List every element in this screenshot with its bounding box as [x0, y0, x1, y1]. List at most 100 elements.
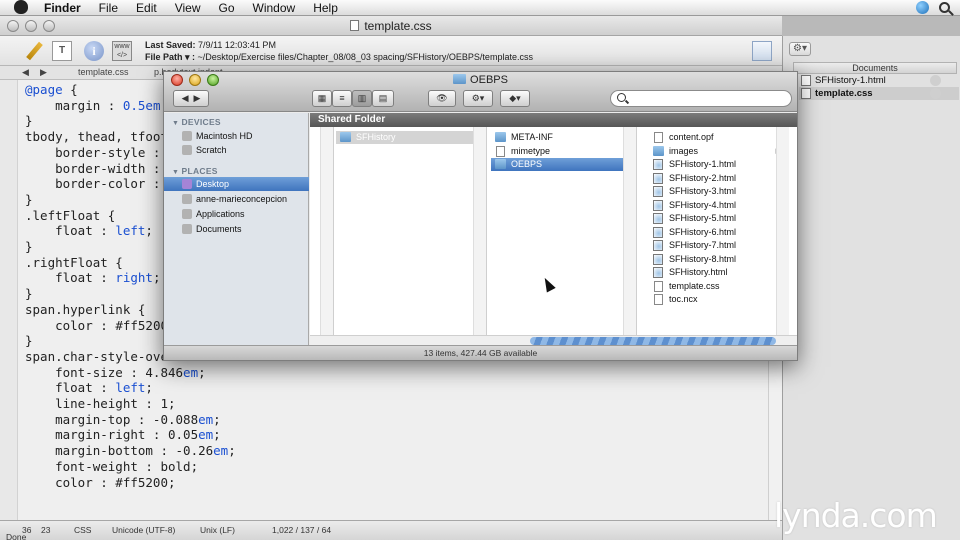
code-token: em — [183, 364, 199, 380]
list-item-file[interactable]: SFHistory-7.html — [649, 239, 785, 252]
list-item-label: SFHistory.html — [669, 267, 728, 277]
css-file-icon — [801, 88, 811, 99]
sidebar-item-desktop[interactable]: Desktop — [164, 177, 309, 191]
finder-status-bar: 13 items, 427.44 GB available — [164, 345, 797, 360]
sidebar-item-home[interactable]: anne-marieconcepcion — [164, 192, 309, 206]
column-resize-strip[interactable] — [320, 127, 333, 335]
apple-menu-icon[interactable] — [14, 0, 28, 14]
nav-back-icon[interactable]: ◀ — [22, 67, 29, 78]
code-token: ; — [213, 411, 221, 427]
list-item-file[interactable]: SFHistory-8.html — [649, 253, 785, 266]
list-item-mimetype[interactable]: mimetype — [491, 145, 634, 158]
column-resize-strip[interactable] — [776, 127, 789, 335]
list-item-label: content.opf — [669, 132, 714, 142]
search-field[interactable] — [610, 90, 792, 107]
menu-edit[interactable]: Edit — [136, 1, 157, 15]
devices-header[interactable]: DEVICES — [172, 117, 221, 127]
code-token: margin : — [25, 97, 123, 113]
document-item-selected[interactable]: template.css — [799, 87, 959, 100]
back-forward-buttons[interactable]: ◀ ▶ — [173, 90, 209, 107]
menu-finder[interactable]: Finder — [44, 1, 81, 15]
list-item-label: SFHistory-4.html — [669, 200, 737, 210]
code-line: } — [25, 239, 33, 255]
icon-view-button[interactable]: ▦ — [312, 90, 332, 107]
info-icon[interactable]: i — [84, 41, 104, 61]
cover-flow-button[interactable]: ▤ — [372, 90, 394, 107]
hard-drive-icon — [182, 131, 192, 141]
list-item-file[interactable]: template.css — [649, 280, 785, 293]
menu-file[interactable]: File — [99, 1, 118, 15]
file-icon — [654, 132, 663, 143]
close-document-icon[interactable] — [930, 75, 941, 86]
list-view-button[interactable]: ≡ — [332, 90, 352, 107]
list-item-meta-inf[interactable]: META-INF▶ — [491, 131, 634, 144]
browser-column — [310, 127, 334, 335]
line-endings-popup[interactable]: Unix (LF) — [200, 525, 235, 535]
nav-forward-icon[interactable]: ▶ — [40, 67, 47, 78]
list-item-label: SFHistory-8.html — [669, 254, 737, 264]
places-header[interactable]: PLACES — [172, 166, 218, 176]
document-item[interactable]: SFHistory-1.html — [799, 74, 959, 87]
list-item-folder[interactable]: images▶ — [649, 145, 785, 158]
syntax-mode-popup[interactable]: CSS — [74, 525, 91, 535]
list-item-file[interactable]: SFHistory-4.html — [649, 199, 785, 212]
line-gutter — [0, 80, 18, 520]
hard-drive-icon — [182, 145, 192, 155]
list-item-sfhistory[interactable]: SFHistory▶ — [336, 131, 486, 144]
menu-help[interactable]: Help — [313, 1, 338, 15]
html-file-icon — [653, 213, 663, 224]
close-document-icon[interactable] — [930, 88, 941, 99]
list-item-file[interactable]: SFHistory-1.html — [649, 158, 785, 171]
globe-icon[interactable] — [916, 1, 929, 14]
list-item-file[interactable]: SFHistory-6.html — [649, 226, 785, 239]
code-line: } — [25, 333, 33, 349]
pencil-icon[interactable] — [24, 41, 44, 61]
dropbox-icon[interactable]: ◆▾ — [500, 90, 530, 107]
code-token: 0.5 — [122, 97, 146, 113]
preview-in-browser-icon[interactable]: www </> — [112, 41, 132, 61]
list-item-label: SFHistory — [356, 132, 396, 142]
text-options-icon[interactable]: T — [52, 41, 72, 61]
code-token: em — [213, 443, 229, 459]
column-view-button[interactable]: ▥ — [352, 90, 372, 107]
list-item-label: template.css — [669, 281, 720, 291]
code-line: font-weight : bold; — [25, 458, 199, 474]
list-item-file[interactable]: SFHistory.html — [649, 266, 785, 279]
file-path-label[interactable]: File Path ▾ : — [145, 52, 195, 62]
list-item-file[interactable]: SFHistory-3.html — [649, 185, 785, 198]
code-token: float : — [25, 270, 116, 286]
lynda-watermark: lynda.com — [774, 496, 938, 535]
scrollbar-thumb[interactable] — [530, 337, 776, 345]
column-resize-strip[interactable] — [623, 127, 636, 335]
sidebar-item-documents[interactable]: Documents — [164, 222, 309, 236]
file-info: Last Saved: 7/9/11 12:03:41 PM File Path… — [145, 39, 533, 63]
sidebar-item-scratch[interactable]: Scratch — [164, 143, 309, 157]
list-item-label: mimetype — [511, 146, 551, 156]
action-gear-icon[interactable]: ⚙▾ — [463, 90, 493, 107]
spotlight-search-icon[interactable] — [939, 2, 950, 13]
code-line: border-width : — [25, 160, 168, 176]
code-token: ; — [145, 380, 153, 396]
code-token: float : — [25, 380, 116, 396]
list-item-file[interactable]: SFHistory-2.html — [649, 172, 785, 185]
menu-view[interactable]: View — [175, 1, 201, 15]
menu-go[interactable]: Go — [219, 1, 235, 15]
toggle-drawer-icon[interactable] — [752, 41, 772, 61]
list-item-file[interactable]: SFHistory-5.html — [649, 212, 785, 225]
menu-window[interactable]: Window — [253, 1, 296, 15]
sidebar-item-macintosh-hd[interactable]: Macintosh HD — [164, 129, 309, 143]
html-file-icon — [801, 75, 811, 86]
html-file-icon — [653, 159, 663, 170]
file-tab[interactable]: template.css — [78, 67, 129, 77]
list-item-label: SFHistory-6.html — [669, 227, 737, 237]
column-resize-strip[interactable] — [473, 127, 486, 335]
encoding-popup[interactable]: Unicode (UTF-8) — [112, 525, 175, 535]
list-item-file[interactable]: content.opf — [649, 131, 785, 144]
sidebar-item-applications[interactable]: Applications — [164, 207, 309, 221]
list-item-file[interactable]: toc.ncx — [649, 293, 785, 306]
list-item-oebps[interactable]: OEBPS▶ — [491, 158, 634, 171]
sidebar-item-label: Desktop — [196, 179, 230, 189]
quick-look-eye-icon[interactable]: 👁 — [428, 90, 456, 107]
gear-icon[interactable]: ⚙▾ — [789, 42, 811, 56]
code-token: @page — [25, 82, 63, 97]
